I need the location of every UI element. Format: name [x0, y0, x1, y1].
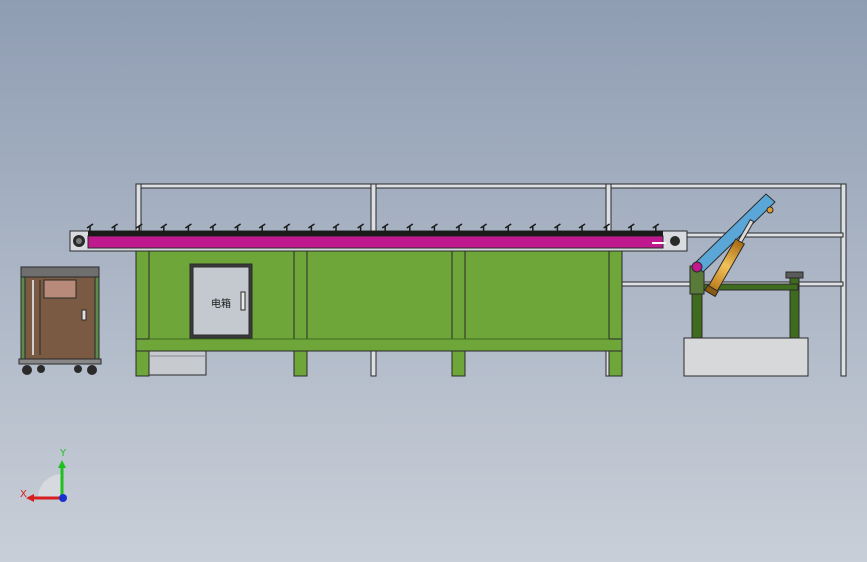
frame-leg [608, 249, 623, 377]
cart-wheel [87, 365, 97, 375]
cart-wheel [74, 365, 82, 373]
pivot-joint [691, 261, 703, 273]
cabinet-label: 电箱 [211, 297, 231, 310]
cabinet-handle [240, 291, 246, 311]
y-axis-label: Y [59, 448, 67, 459]
frame-leg [293, 249, 308, 377]
cart-wheel [22, 365, 32, 375]
mobile-cart [18, 266, 102, 375]
x-axis-label: X [20, 489, 27, 500]
electrical-cabinet: 电箱 [189, 263, 253, 339]
cad-viewport[interactable]: 电箱 X Y [0, 0, 867, 562]
conveyor-beam [69, 230, 688, 252]
concrete-base [683, 337, 809, 377]
frame-leg [451, 249, 466, 377]
tail-pulley [670, 236, 680, 246]
bottom-drawer [148, 350, 207, 376]
cad-scene: 电箱 X Y [0, 0, 867, 562]
frame-leg [135, 249, 150, 377]
cart-wheel [37, 365, 45, 373]
frame-crossbar [135, 338, 623, 352]
